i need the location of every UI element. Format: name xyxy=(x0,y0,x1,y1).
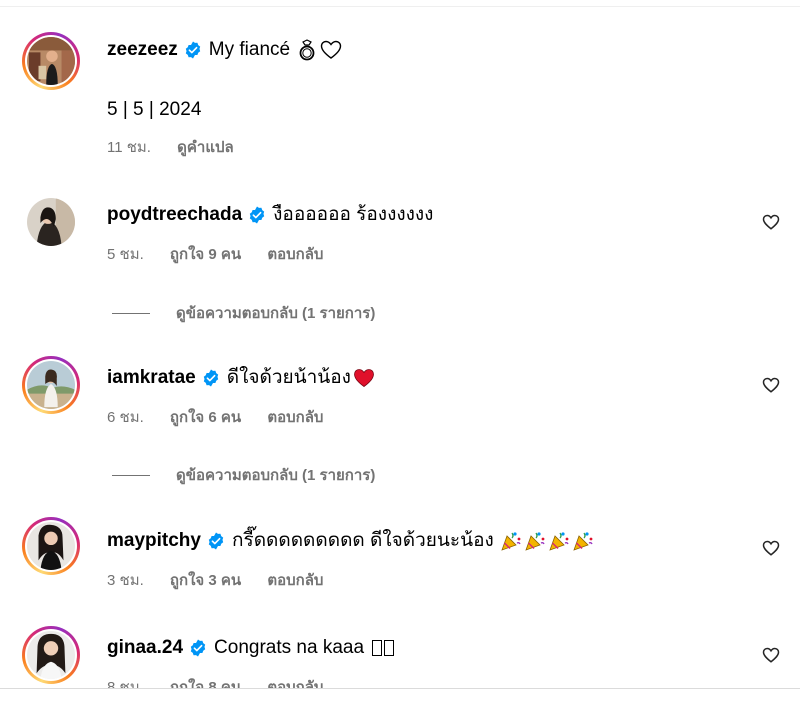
heart-outline-icon[interactable] xyxy=(762,376,780,394)
party-popper-emoji-icon xyxy=(524,530,546,552)
red-heart-emoji-icon xyxy=(353,367,375,389)
party-popper-emoji-icon xyxy=(500,530,522,552)
verified-icon xyxy=(207,532,225,550)
panel-bottom-divider xyxy=(0,688,800,708)
ring-emoji-icon xyxy=(296,39,318,61)
reply-button[interactable]: ตอบกลับ xyxy=(267,572,323,589)
comment-text: ดีใจด้วยน้าน้อง xyxy=(226,367,351,388)
view-replies-button[interactable]: ดูข้อความตอบกลับ (1 รายการ) xyxy=(112,303,375,323)
caption-text: My fiancé xyxy=(208,39,291,60)
comment-text: Congrats na kaaa xyxy=(214,637,365,658)
avatar[interactable] xyxy=(22,32,80,90)
avatar[interactable] xyxy=(22,517,80,575)
comment-meta: 3 ชม. ถูกใจ 3 คน ตอบกลับ xyxy=(107,571,345,591)
view-replies-button[interactable]: ดูข้อความตอบกลับ (1 รายการ) xyxy=(112,465,375,485)
comment-time: 3 ชม. xyxy=(107,572,144,589)
avatar[interactable] xyxy=(22,626,80,684)
comment-username[interactable]: iamkratae xyxy=(107,366,196,390)
panel-top-divider xyxy=(0,0,800,7)
unrendered-emoji-icon xyxy=(384,640,395,656)
comment-username[interactable]: poydtreechada xyxy=(107,203,242,227)
comment-text: กรี๊ดดดดดดดดด ดีใจด้วยนะน้อง xyxy=(231,530,494,551)
comment-time: 5 ชม. xyxy=(107,246,144,263)
comment-username[interactable]: ginaa.24 xyxy=(107,636,183,660)
heart-outline-icon[interactable] xyxy=(762,646,780,664)
avatar-photo-maypitchy xyxy=(27,522,75,570)
likes-count-button[interactable]: ถูกใจ 6 คน xyxy=(170,409,241,426)
comment-line: iamkratae ดีใจด้วยน้าน้อง xyxy=(107,366,375,390)
comment-line: poydtreechada งืออออออ ร้องงงงงง xyxy=(107,203,433,227)
verified-icon xyxy=(248,206,266,224)
caption-meta: 11 ชม. ดูคำแปล xyxy=(107,138,256,158)
reply-button[interactable]: ตอบกลับ xyxy=(267,246,323,263)
comment-time: 6 ชม. xyxy=(107,409,144,426)
party-popper-emoji-icon xyxy=(572,530,594,552)
avatar[interactable] xyxy=(22,193,80,251)
likes-count-button[interactable]: ถูกใจ 3 คน xyxy=(170,572,241,589)
avatar-photo-zeezeez xyxy=(27,37,75,85)
comments-panel: zeezeez My fiancé 5 | 5 | 2024 11 ชม. ดู… xyxy=(0,0,800,708)
comment-line: ginaa.24 Congrats na kaaa xyxy=(107,636,395,660)
party-popper-emoji-icon xyxy=(548,530,570,552)
comment-meta: 6 ชม. ถูกใจ 6 คน ตอบกลับ xyxy=(107,408,345,428)
unrendered-emoji-icon xyxy=(372,640,383,656)
caption-time: 11 ชม. xyxy=(107,139,151,156)
comment-text: งืออออออ ร้องงงงงง xyxy=(273,204,434,225)
likes-count-button[interactable]: ถูกใจ 9 คน xyxy=(170,246,241,263)
replies-divider xyxy=(112,474,150,476)
replies-divider xyxy=(112,312,150,314)
comment-line: maypitchy กรี๊ดดดดดดดดด ดีใจด้วยนะน้อง xyxy=(107,529,594,553)
avatar[interactable] xyxy=(22,356,80,414)
caption-line: zeezeez My fiancé xyxy=(107,38,342,62)
avatar-photo-poydtreechada xyxy=(27,198,75,246)
comment-meta: 5 ชม. ถูกใจ 9 คน ตอบกลับ xyxy=(107,245,345,265)
reply-button[interactable]: ตอบกลับ xyxy=(267,409,323,426)
avatar-photo-iamkratae xyxy=(27,361,75,409)
view-replies-label: ดูข้อความตอบกลับ (1 รายการ) xyxy=(176,467,376,484)
verified-icon xyxy=(184,41,202,59)
verified-icon xyxy=(189,639,207,657)
heart-outline-icon[interactable] xyxy=(762,213,780,231)
translate-button[interactable]: ดูคำแปล xyxy=(177,139,234,156)
view-replies-label: ดูข้อความตอบกลับ (1 รายการ) xyxy=(176,305,376,322)
caption-date: 5 | 5 | 2024 xyxy=(107,99,202,120)
white-heart-emoji-icon xyxy=(320,39,342,61)
heart-outline-icon[interactable] xyxy=(762,539,780,557)
caption-username[interactable]: zeezeez xyxy=(107,38,178,62)
avatar-photo-ginaa xyxy=(27,631,75,679)
verified-icon xyxy=(202,369,220,387)
comment-username[interactable]: maypitchy xyxy=(107,529,201,553)
